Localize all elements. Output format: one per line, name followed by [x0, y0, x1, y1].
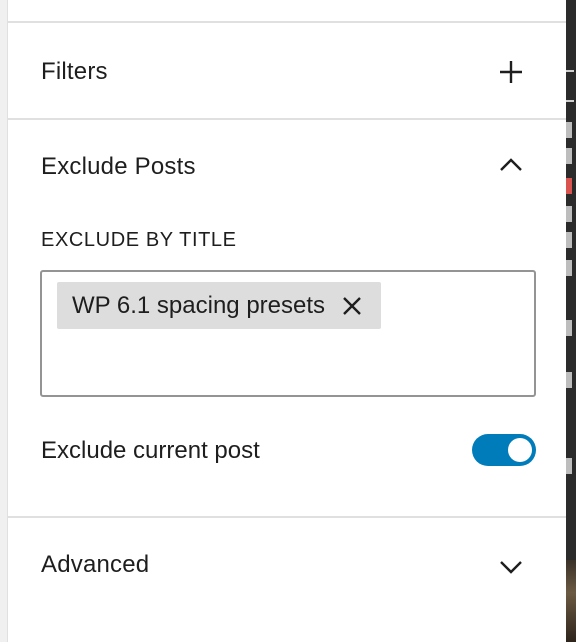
divider [8, 21, 566, 23]
close-icon [343, 296, 361, 315]
collapse-exclude-posts-button[interactable] [491, 145, 531, 185]
divider [8, 516, 566, 518]
add-filter-button[interactable] [491, 52, 531, 92]
filters-section-title[interactable]: Filters [41, 58, 108, 86]
plus-icon [500, 61, 522, 83]
left-edge [0, 0, 8, 642]
background-editor-edge [566, 0, 576, 642]
exclude-posts-section-title[interactable]: Exclude Posts [41, 153, 196, 181]
settings-panel: Filters Exclude Posts EXCLUDE BY TITLE W… [8, 0, 566, 642]
divider [8, 118, 566, 120]
toggle-knob [508, 438, 532, 462]
background-image-fragment [566, 560, 576, 642]
exclude-current-post-label: Exclude current post [41, 437, 260, 464]
background-code-fragment [566, 70, 574, 474]
title-token: WP 6.1 spacing presets [57, 282, 382, 329]
remove-token-button[interactable] [339, 293, 365, 319]
exclude-current-post-toggle[interactable] [472, 434, 536, 466]
chevron-up-icon [500, 158, 522, 171]
token-label: WP 6.1 spacing presets [72, 291, 326, 319]
chevron-down-icon [500, 561, 522, 574]
exclude-by-title-field[interactable]: WP 6.1 spacing presets [40, 270, 536, 397]
exclude-by-title-label: EXCLUDE BY TITLE [41, 229, 237, 251]
advanced-section-title[interactable]: Advanced [41, 551, 149, 579]
expand-advanced-button[interactable] [491, 547, 531, 587]
